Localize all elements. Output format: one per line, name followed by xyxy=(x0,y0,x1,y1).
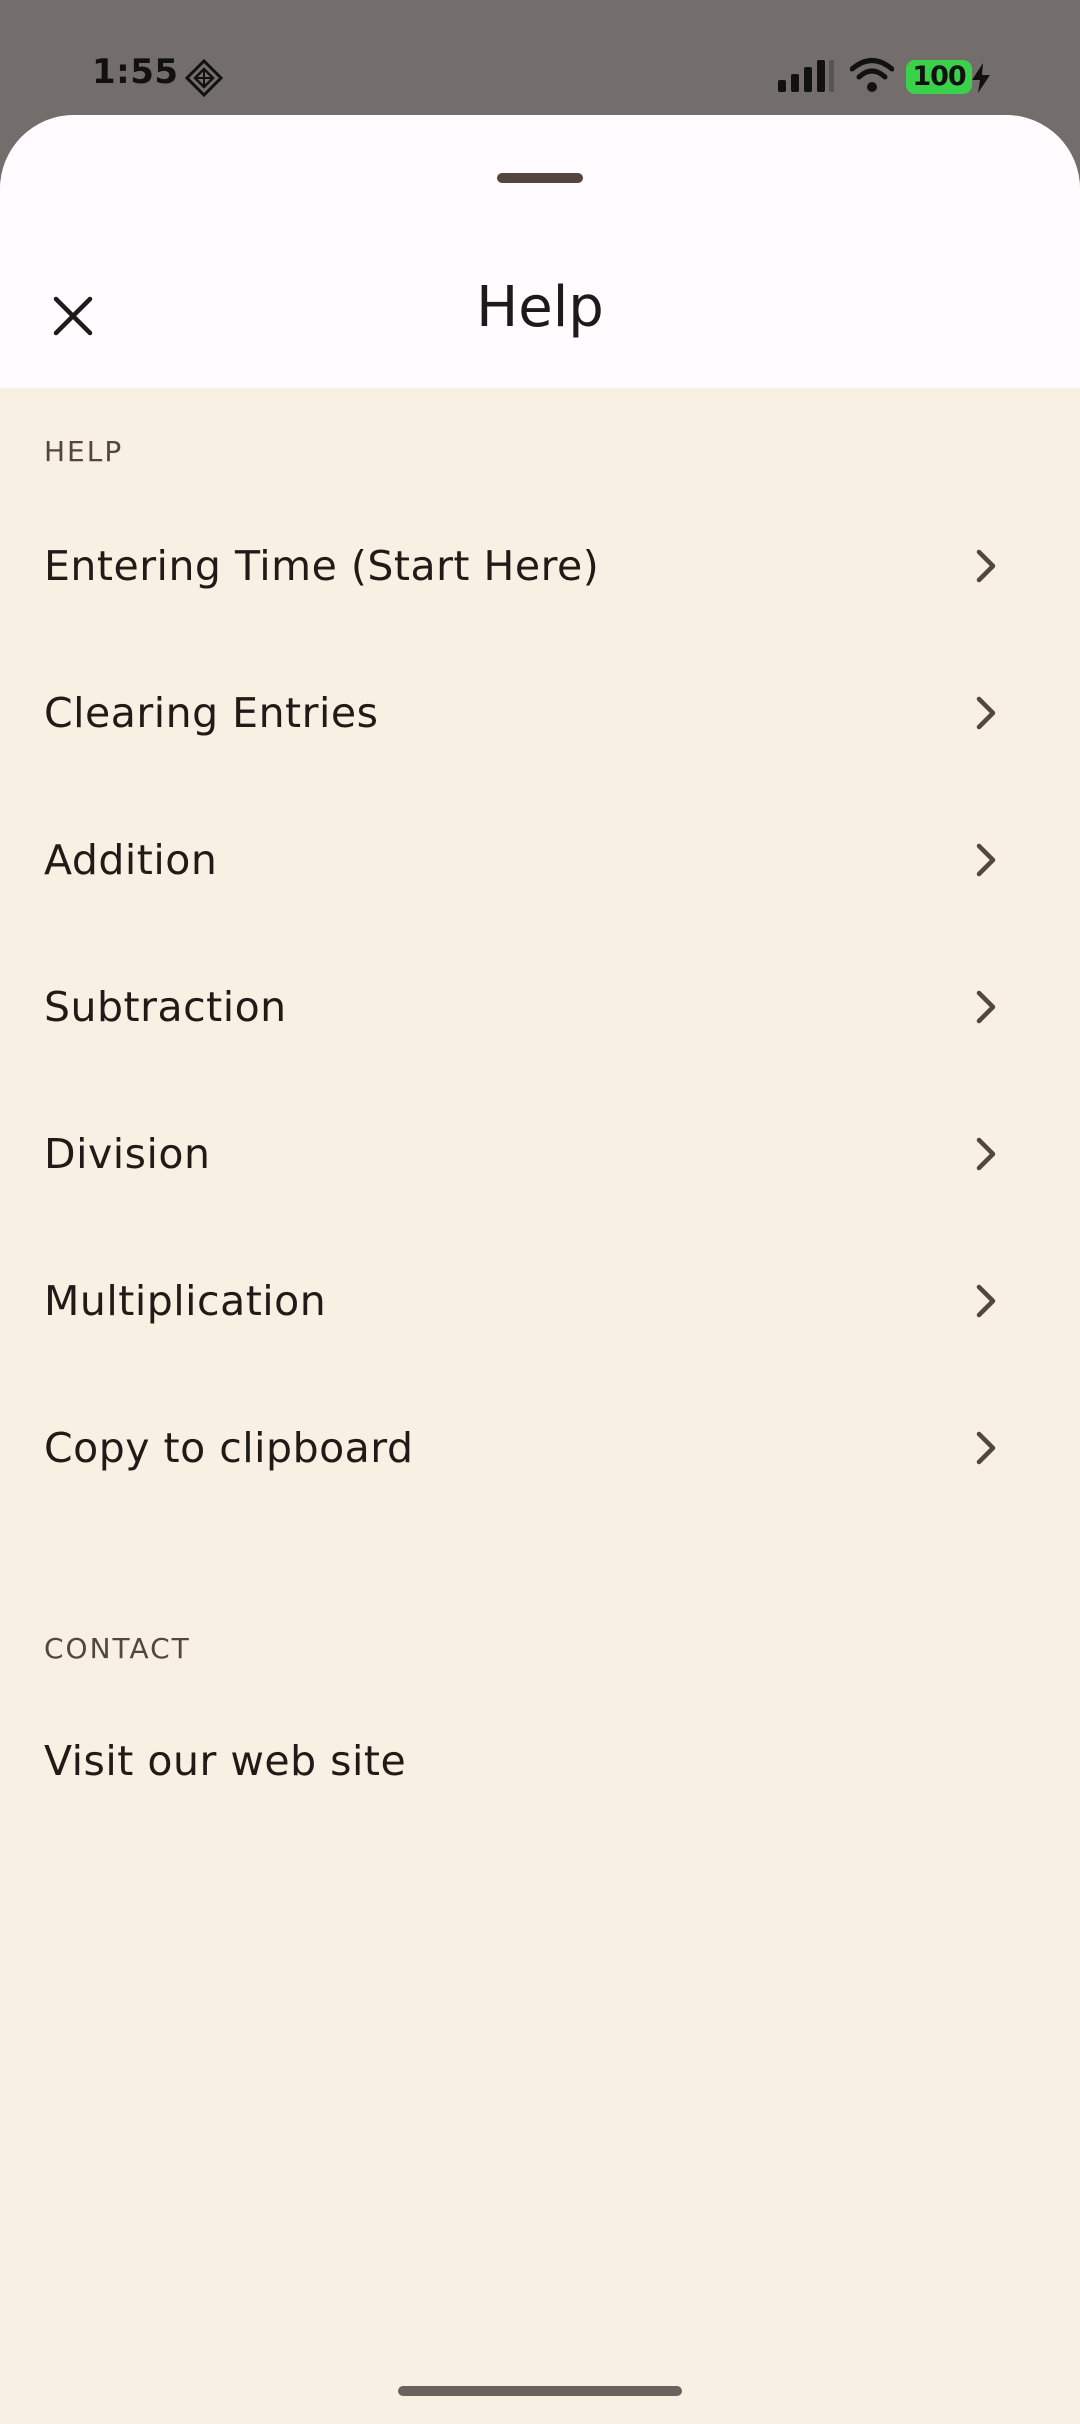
chevron-right-icon xyxy=(970,1428,1000,1468)
help-sheet: Help HELP Entering Time (Start Here) Cle… xyxy=(0,115,1080,2424)
list-item-label: Addition xyxy=(44,836,218,884)
chevron-right-icon xyxy=(970,1134,1000,1174)
section-header-contact: CONTACT xyxy=(44,1632,191,1665)
list-item-label: Visit our web site xyxy=(44,1737,407,1785)
wifi-icon xyxy=(849,56,895,94)
battery-percent: 100 xyxy=(912,61,966,92)
list-item-label: Copy to clipboard xyxy=(44,1424,414,1472)
chevron-right-icon xyxy=(970,693,1000,733)
cellular-signal-icon xyxy=(776,58,836,94)
list-item-label: Subtraction xyxy=(44,983,287,1031)
help-item-multiplication[interactable]: Multiplication xyxy=(0,1228,1080,1374)
status-bar: 1:55 100 xyxy=(0,0,1080,115)
list-item-label: Entering Time (Start Here) xyxy=(44,542,600,590)
chevron-right-icon xyxy=(970,840,1000,880)
home-indicator[interactable] xyxy=(398,2386,682,2396)
list-item-label: Multiplication xyxy=(44,1277,327,1325)
chevron-right-icon xyxy=(970,546,1000,586)
help-item-addition[interactable]: Addition xyxy=(0,787,1080,933)
chevron-right-icon xyxy=(970,987,1000,1027)
list-item-label: Clearing Entries xyxy=(44,689,379,737)
list-item-label: Division xyxy=(44,1130,211,1178)
help-item-entering-time[interactable]: Entering Time (Start Here) xyxy=(0,493,1080,639)
charging-bolt-icon xyxy=(970,62,992,94)
chevron-right-icon xyxy=(970,1281,1000,1321)
help-item-copy-to-clipboard[interactable]: Copy to clipboard xyxy=(0,1375,1080,1521)
app-notification-icon xyxy=(184,58,224,98)
battery-indicator: 100 xyxy=(906,58,990,96)
section-header-help: HELP xyxy=(44,435,124,468)
sheet-header: Help xyxy=(0,115,1080,388)
help-item-subtraction[interactable]: Subtraction xyxy=(0,934,1080,1080)
page-title: Help xyxy=(476,275,604,340)
status-time: 1:55 xyxy=(92,52,179,92)
help-item-clearing-entries[interactable]: Clearing Entries xyxy=(0,640,1080,786)
help-item-division[interactable]: Division xyxy=(0,1081,1080,1227)
contact-item-visit-website[interactable]: Visit our web site xyxy=(0,1688,1080,1834)
drag-handle[interactable] xyxy=(497,173,583,183)
